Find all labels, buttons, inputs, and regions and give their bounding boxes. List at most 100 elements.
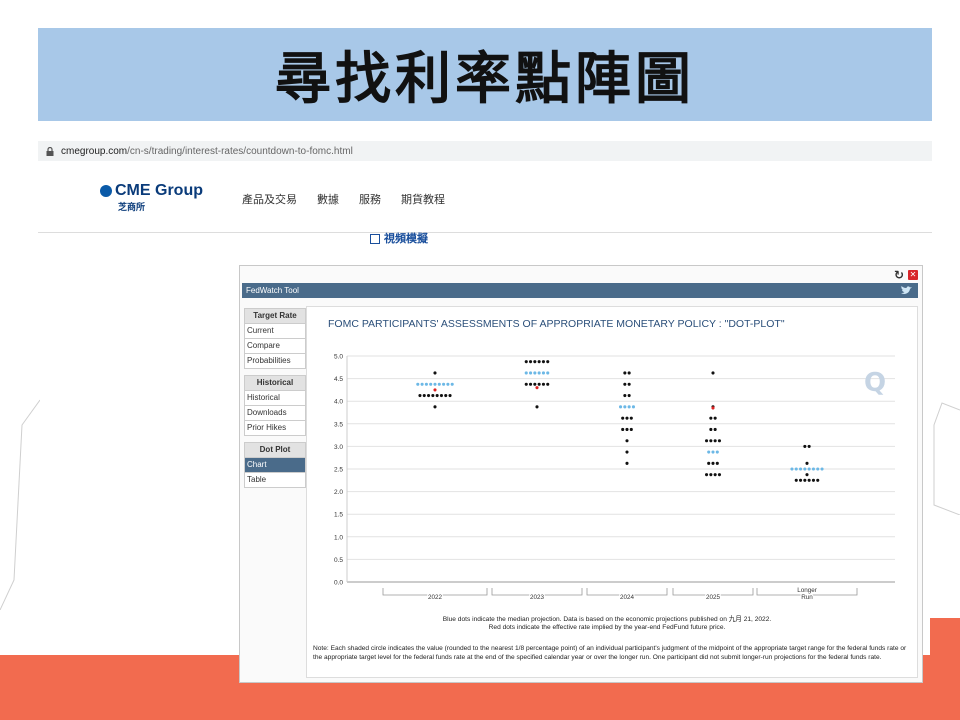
fedwatch-tool: ↻ ✕ FedWatch Tool Target Rate Current Co…	[239, 265, 923, 683]
median-dot	[790, 467, 794, 471]
median-dot	[437, 382, 441, 386]
x-tick-label: 2023	[530, 594, 545, 601]
participant-dot	[709, 427, 713, 431]
sidebar-item-probabilities[interactable]: Probabilities	[244, 354, 306, 369]
participant-dot	[623, 382, 627, 386]
participant-dot	[533, 382, 537, 386]
median-dot	[537, 371, 541, 375]
sidebar-item-prior-hikes[interactable]: Prior Hikes	[244, 421, 306, 436]
participant-dot	[816, 478, 820, 482]
median-dot	[433, 382, 437, 386]
median-dot	[794, 467, 798, 471]
x-tick-label: 2024	[620, 594, 635, 601]
participant-dot	[709, 439, 713, 443]
footnote: Note: Each shaded circle indicates the v…	[313, 645, 907, 661]
participant-dot	[427, 394, 431, 398]
x-tick-label: Longer	[797, 587, 817, 594]
participant-dot	[713, 416, 717, 420]
participant-dot	[418, 394, 422, 398]
median-dot	[631, 405, 635, 409]
median-dot	[429, 382, 433, 386]
slide-title: 尋找利率點陣圖	[275, 47, 695, 112]
participant-dot	[524, 382, 528, 386]
close-icon[interactable]: ✕	[908, 270, 918, 280]
address-bar[interactable]: cmegroup.com/cn-s/trading/interest-rates…	[38, 141, 932, 161]
accent-band-corner	[930, 618, 960, 658]
participant-dot	[529, 382, 533, 386]
participant-dot	[625, 416, 629, 420]
video-simulation-link[interactable]: 視頻模擬	[370, 230, 428, 246]
url-path: /cn-s/trading/interest-rates/countdown-t…	[127, 145, 353, 157]
sidebar-item-current[interactable]: Current	[244, 324, 306, 339]
y-tick-label: 4.0	[334, 399, 343, 406]
chart-caption-median: Blue dots indicate the median projection…	[443, 614, 772, 623]
participant-dot	[805, 473, 809, 477]
sidebar-item-downloads[interactable]: Downloads	[244, 406, 306, 421]
y-tick-label: 4.5	[334, 376, 343, 383]
median-dot	[546, 371, 550, 375]
sidebar-heading-target-rate: Target Rate	[244, 308, 306, 324]
median-dot	[533, 371, 537, 375]
y-tick-label: 0.0	[334, 580, 343, 587]
implied-rate-dot	[433, 388, 437, 392]
participant-dot	[803, 478, 807, 482]
median-dot	[807, 467, 811, 471]
participant-dot	[623, 371, 627, 375]
median-dot	[803, 467, 807, 471]
sidebar-item-chart[interactable]: Chart	[244, 458, 306, 473]
tool-title-bar: FedWatch Tool	[242, 283, 918, 298]
tool-title: FedWatch Tool	[246, 286, 299, 295]
median-dot	[711, 450, 715, 454]
main-nav: 產品及交易 數據 服務 期貨教程	[242, 191, 445, 207]
tool-icons: ↻ ✕	[894, 268, 918, 282]
watermark-logo: Q	[864, 368, 886, 398]
participant-dot	[623, 394, 627, 398]
median-dot	[416, 382, 420, 386]
median-dot	[816, 467, 820, 471]
title-banner: 尋找利率點陣圖	[38, 28, 932, 121]
y-tick-label: 2.5	[334, 467, 343, 474]
participant-dot	[717, 439, 721, 443]
x-tick-label: 2022	[428, 594, 443, 601]
participant-dot	[535, 405, 539, 409]
refresh-icon[interactable]: ↻	[894, 268, 904, 282]
median-dot	[524, 371, 528, 375]
participant-dot	[431, 394, 435, 398]
participant-dot	[625, 427, 629, 431]
participant-dot	[541, 382, 545, 386]
participant-dot	[713, 473, 717, 477]
cme-logo[interactable]: CME Group 芝商所	[100, 182, 210, 218]
nav-item-education[interactable]: 期貨教程	[401, 191, 445, 207]
participant-dot	[625, 439, 629, 443]
implied-rate-dot	[535, 386, 539, 390]
participant-dot	[711, 371, 715, 375]
participant-dot	[717, 473, 721, 477]
median-dot	[715, 450, 719, 454]
twitter-icon[interactable]	[901, 286, 912, 295]
video-link-label: 視頻模擬	[384, 232, 428, 245]
participant-dot	[537, 382, 541, 386]
sidebar-item-table[interactable]: Table	[244, 473, 306, 488]
participant-dot	[541, 360, 545, 364]
logo-text: CME Group	[115, 182, 203, 199]
participant-dot	[627, 382, 631, 386]
decorative-outline-right	[933, 402, 960, 515]
participant-dot	[546, 382, 550, 386]
sidebar-item-compare[interactable]: Compare	[244, 339, 306, 354]
dot-plot-chart: FOMC PARTICIPANTS' ASSESSMENTS OF APPROP…	[328, 318, 895, 631]
nav-item-products[interactable]: 產品及交易	[242, 191, 297, 207]
participant-dot	[629, 427, 633, 431]
median-dot	[619, 405, 623, 409]
participant-dot	[435, 394, 439, 398]
nav-item-data[interactable]: 數據	[317, 191, 339, 207]
participant-dot	[811, 478, 815, 482]
participant-dot	[711, 461, 715, 465]
participant-dot	[448, 394, 452, 398]
participant-dot	[794, 478, 798, 482]
median-dot	[811, 467, 815, 471]
participant-dot	[625, 450, 629, 454]
chart-caption-implied: Red dots indicate the effective rate imp…	[489, 624, 726, 631]
nav-item-services[interactable]: 服務	[359, 191, 381, 207]
sidebar-item-historical[interactable]: Historical	[244, 391, 306, 406]
y-tick-label: 3.0	[334, 444, 343, 451]
